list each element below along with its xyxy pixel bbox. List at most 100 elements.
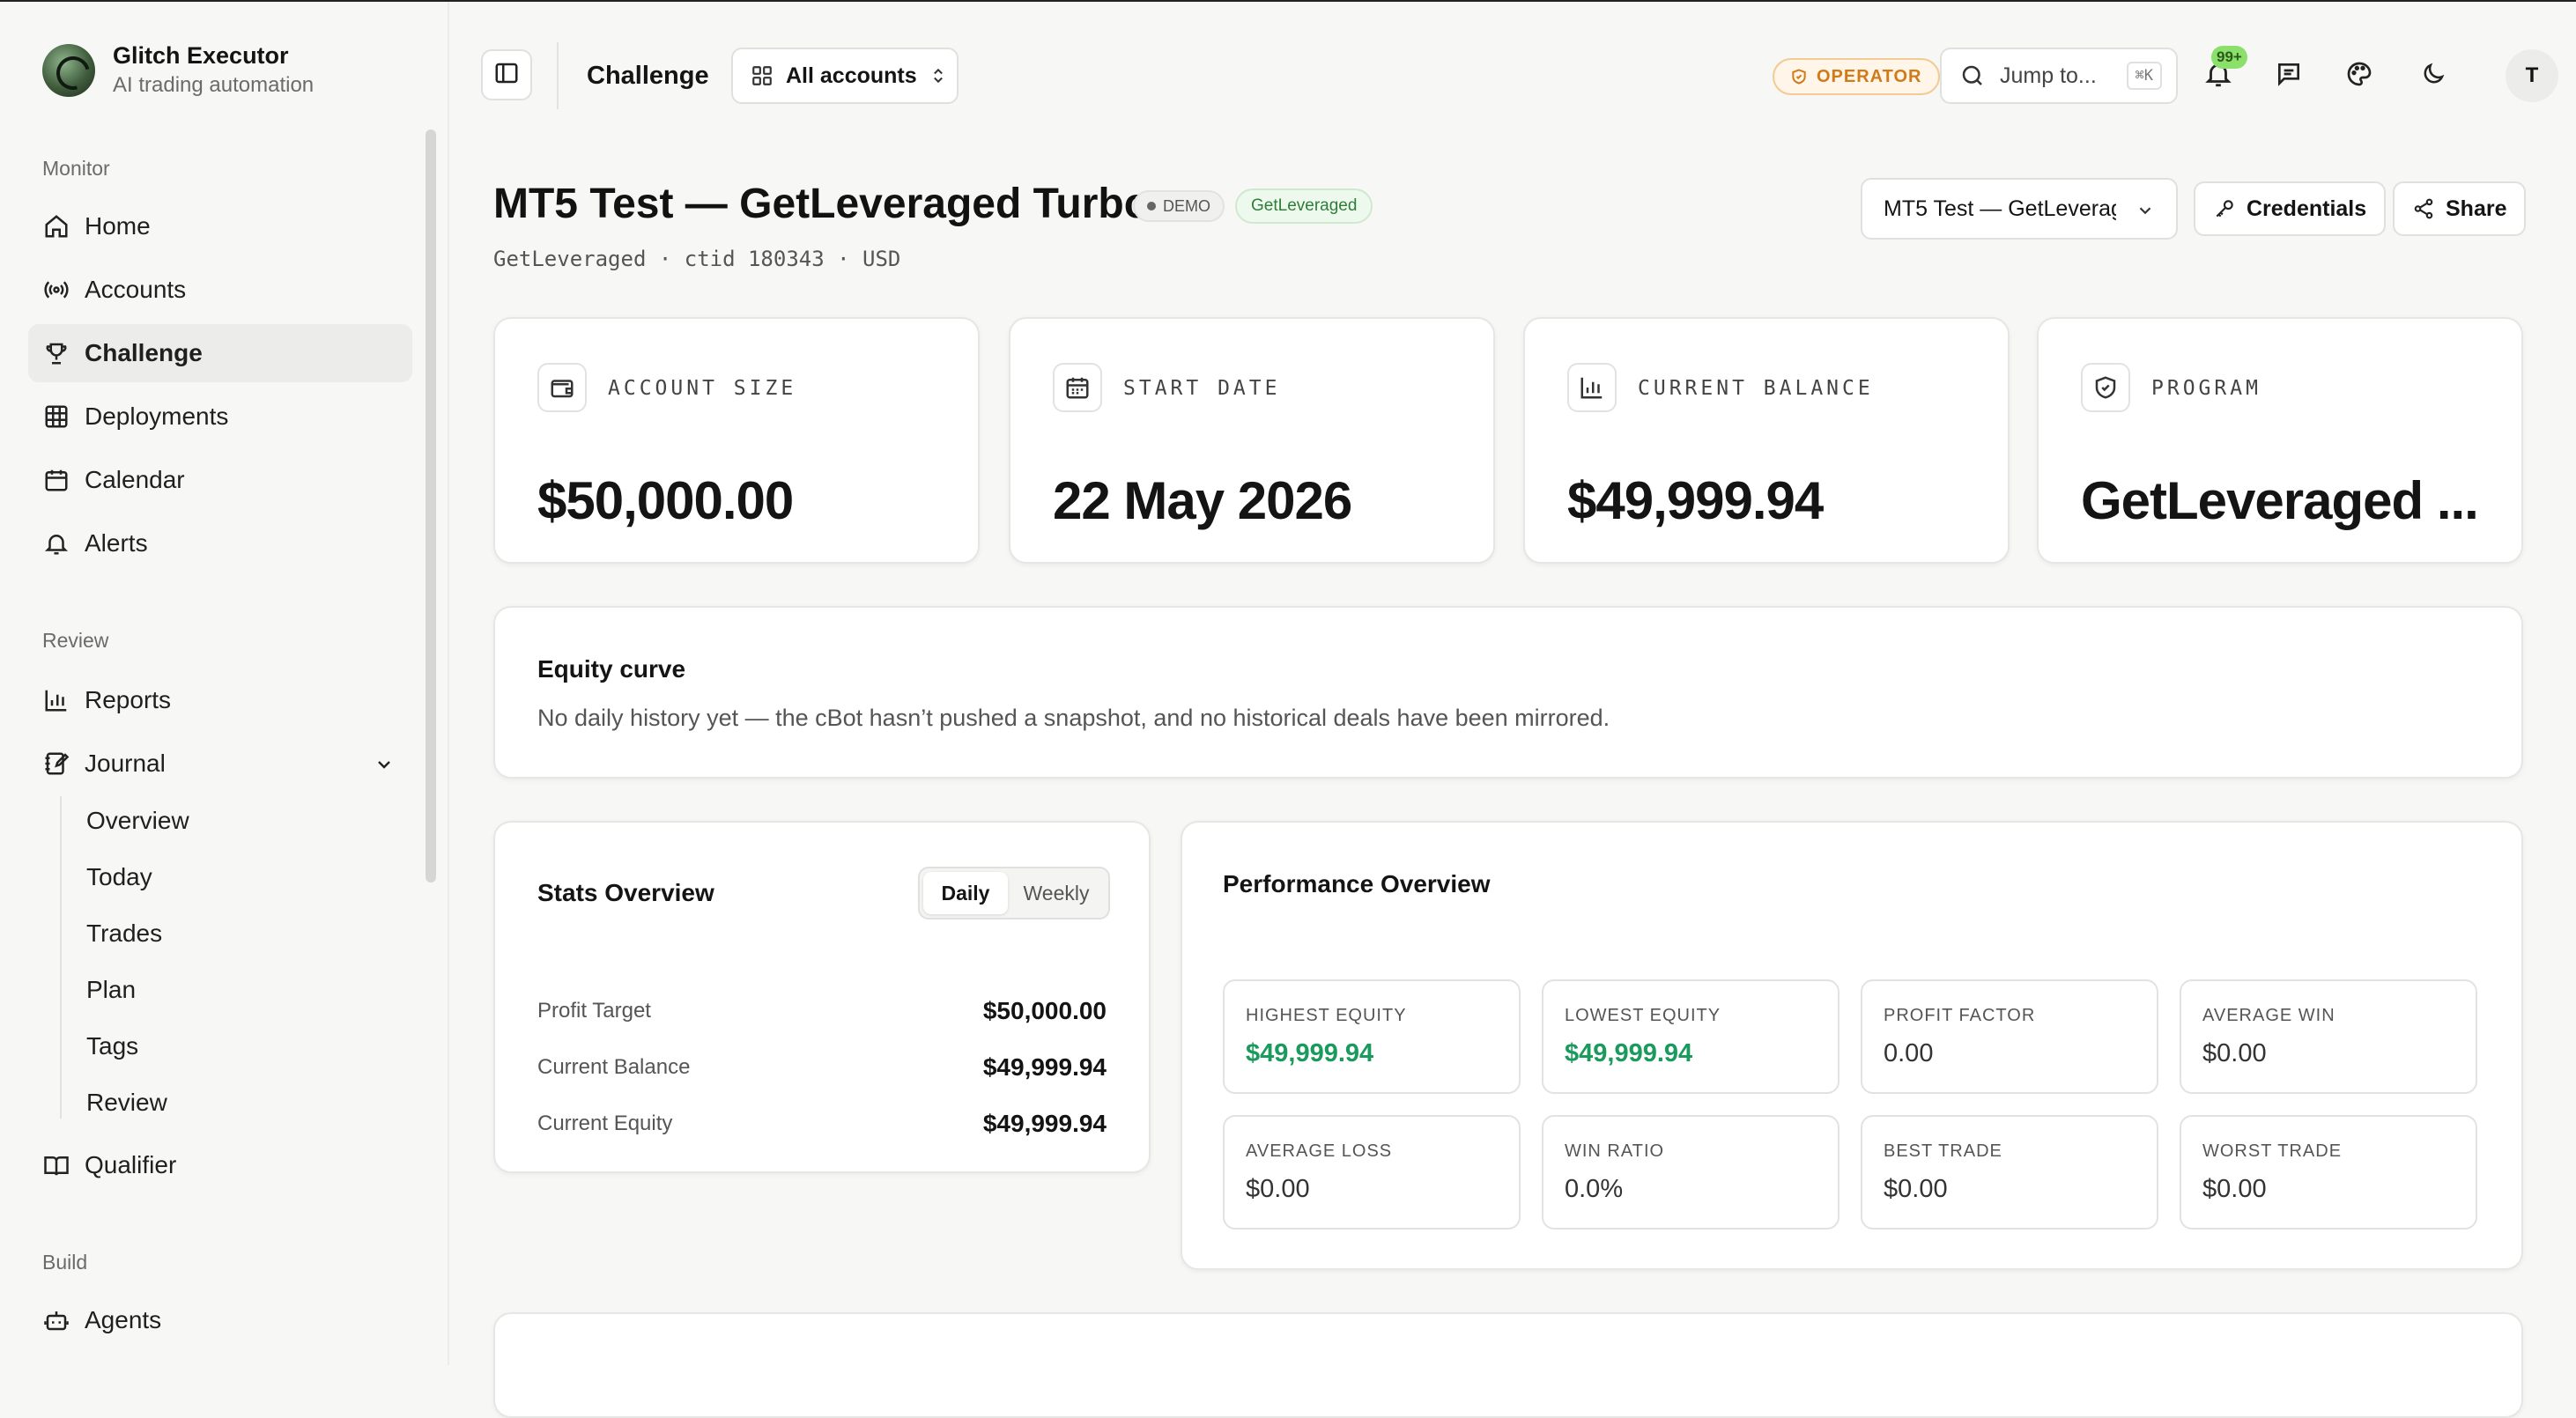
journal-icon xyxy=(42,750,70,778)
role-badge-label: OPERATOR xyxy=(1817,66,1922,86)
messages-button[interactable] xyxy=(2268,55,2310,97)
metric-tile-worst-trade: WORST TRADE $0.00 xyxy=(2180,1115,2477,1230)
stats-row-value: $50,000.00 xyxy=(982,997,1107,1024)
shield-icon xyxy=(2081,363,2130,412)
account-filter-select[interactable]: All accounts xyxy=(731,48,959,104)
equity-curve-card: Equity curve No daily history yet — the … xyxy=(493,606,2523,779)
sidebar-item-label: Reports xyxy=(85,686,172,713)
key-icon xyxy=(2213,197,2236,220)
metric-value: $0.00 xyxy=(1884,1175,1948,1203)
sidebar-scrollbar[interactable] xyxy=(426,129,436,883)
credentials-button[interactable]: Credentials xyxy=(2194,181,2387,236)
metric-label: WIN RATIO xyxy=(1565,1141,1665,1161)
sidebar-toggle-button[interactable] xyxy=(481,49,532,100)
breadcrumb: Challenge xyxy=(587,62,709,90)
robot-icon xyxy=(42,1306,70,1334)
sidebar-item-home[interactable]: Home xyxy=(28,197,412,255)
sidebar-item-label: Challenge xyxy=(85,339,203,366)
stat-label: PROGRAM xyxy=(2151,377,2261,400)
metric-value: 0.00 xyxy=(1884,1039,1934,1067)
metric-tile-profit-factor: PROFIT FACTOR 0.00 xyxy=(1861,979,2158,1094)
next-section-card xyxy=(493,1312,2523,1418)
dark-mode-button[interactable] xyxy=(2412,55,2454,97)
calendar-icon xyxy=(42,466,70,494)
sidebar-item-deployments[interactable]: Deployments xyxy=(28,388,412,446)
trophy-icon xyxy=(42,339,70,367)
palette-icon xyxy=(2345,60,2373,92)
sidebar-item-agents[interactable]: Agents xyxy=(28,1291,412,1349)
stats-row-label: Current Equity xyxy=(537,1112,673,1135)
demo-badge-label: DEMO xyxy=(1163,196,1210,215)
metric-label: HIGHEST EQUITY xyxy=(1246,1006,1407,1025)
search-icon xyxy=(1959,63,1986,89)
sidebar-item-accounts[interactable]: Accounts xyxy=(28,261,412,319)
credentials-label: Credentials xyxy=(2247,196,2367,221)
metric-label: LOWEST EQUITY xyxy=(1565,1006,1721,1025)
sidebar-subitem-plan[interactable]: Plan xyxy=(86,976,136,1004)
chevron-down-icon[interactable] xyxy=(374,753,395,781)
stats-row-current-balance: Current Balance $49,999.94 xyxy=(537,1050,1107,1085)
performance-overview-card: Performance Overview HIGHEST EQUITY $49,… xyxy=(1181,821,2523,1270)
moon-icon xyxy=(2420,61,2446,92)
stat-value: 22 May 2026 xyxy=(1053,471,1352,530)
wallet-icon xyxy=(537,363,587,412)
sidebar-item-alerts[interactable]: Alerts xyxy=(28,514,412,572)
brand-subtitle: AI trading automation xyxy=(113,73,315,97)
metric-value: $0.00 xyxy=(2202,1175,2267,1203)
sidebar-item-reports[interactable]: Reports xyxy=(28,671,412,729)
sidebar-item-label: Deployments xyxy=(85,403,229,430)
sidebar-subitem-review[interactable]: Review xyxy=(86,1089,167,1117)
bar-chart-icon xyxy=(42,686,70,714)
search-shortcut: ⌘K xyxy=(2126,62,2162,90)
search-label: Jump to... xyxy=(2000,63,2097,88)
share-button[interactable]: Share xyxy=(2393,181,2527,236)
brand[interactable]: Glitch Executor AI trading automation xyxy=(42,42,314,98)
home-icon xyxy=(42,212,70,240)
status-dot xyxy=(1147,202,1156,210)
brand-logo xyxy=(42,43,95,97)
theme-palette-button[interactable] xyxy=(2338,55,2380,97)
stat-card-start-date: START DATE 22 May 2026 xyxy=(1009,317,1495,564)
role-badge: OPERATOR xyxy=(1773,58,1940,95)
stats-overview-card: Stats Overview Daily Weekly Profit Targe… xyxy=(493,821,1151,1173)
sidebar-item-label: Qualifier xyxy=(85,1151,177,1178)
metric-label: AVERAGE WIN xyxy=(2202,1006,2335,1025)
sidebar-panel-icon xyxy=(493,60,520,91)
performance-overview-title: Performance Overview xyxy=(1223,870,1491,897)
journal-tree-rail xyxy=(60,796,62,1119)
stats-row-profit-target: Profit Target $50,000.00 xyxy=(537,993,1107,1029)
topbar-divider xyxy=(557,42,559,109)
page-title: MT5 Test — GetLeveraged Turbo xyxy=(493,181,1151,227)
grid-icon xyxy=(751,64,774,87)
metric-label: AVERAGE LOSS xyxy=(1246,1141,1393,1161)
avatar[interactable]: T xyxy=(2506,49,2558,102)
sidebar-subitem-trades[interactable]: Trades xyxy=(86,919,162,948)
metric-tile-win-ratio: WIN RATIO 0.0% xyxy=(1542,1115,1839,1230)
stat-card-program: PROGRAM GetLeveraged ... xyxy=(2037,317,2523,564)
sidebar-item-qualifier[interactable]: Qualifier xyxy=(28,1136,412,1194)
toggle-weekly[interactable]: Weekly xyxy=(1008,872,1105,914)
sidebar-item-challenge[interactable]: Challenge xyxy=(28,324,412,382)
metric-tile-lowest-equity: LOWEST EQUITY $49,999.94 xyxy=(1542,979,1839,1094)
metric-value: $49,999.94 xyxy=(1246,1039,1374,1067)
section-label-monitor: Monitor xyxy=(42,157,110,180)
stat-label: ACCOUNT SIZE xyxy=(608,377,797,400)
sidebar-subitem-tags[interactable]: Tags xyxy=(86,1032,138,1060)
sidebar-subitem-today[interactable]: Today xyxy=(86,863,152,891)
account-select[interactable]: MT5 Test — GetLeveraged Turbo xyxy=(1861,178,2178,240)
notification-count-badge: 99+ xyxy=(2211,46,2247,69)
chevron-down-icon xyxy=(2136,201,2155,220)
section-label-review: Review xyxy=(42,629,109,652)
sidebar-subitem-overview[interactable]: Overview xyxy=(86,807,189,835)
toggle-daily[interactable]: Daily xyxy=(923,872,1008,914)
jump-to-search[interactable]: Jump to... ⌘K xyxy=(1940,48,2178,104)
metric-label: BEST TRADE xyxy=(1884,1141,2002,1161)
sidebar-item-calendar[interactable]: Calendar xyxy=(28,451,412,509)
page-subtitle: GetLeveraged · ctid 180343 · USD xyxy=(493,247,901,271)
brand-name: Glitch Executor xyxy=(113,42,289,69)
sidebar-item-journal[interactable]: Journal xyxy=(28,735,412,793)
stats-row-label: Current Balance xyxy=(537,1055,691,1079)
book-icon xyxy=(42,1151,70,1179)
equity-curve-title: Equity curve xyxy=(537,655,686,683)
metric-value: $0.00 xyxy=(1246,1175,1310,1203)
